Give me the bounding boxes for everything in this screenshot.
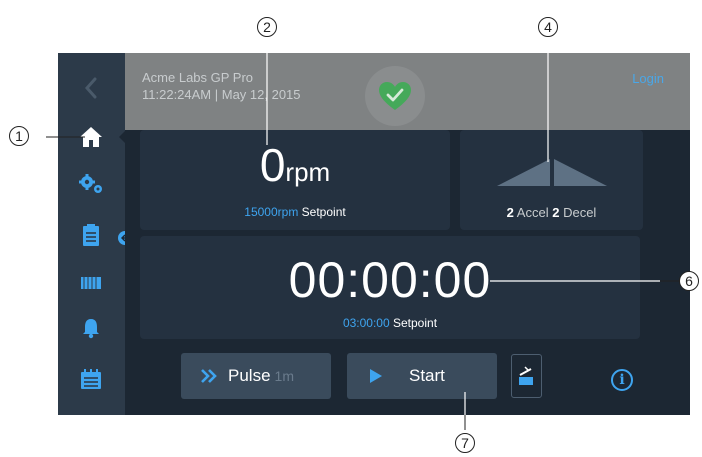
callout-6: 6 <box>679 271 699 291</box>
callout-lines <box>46 37 679 430</box>
callout-2: 2 <box>257 17 277 37</box>
callout-7: 7 <box>455 433 475 453</box>
callout-4: 4 <box>538 17 558 37</box>
callout-1: 1 <box>9 126 29 146</box>
